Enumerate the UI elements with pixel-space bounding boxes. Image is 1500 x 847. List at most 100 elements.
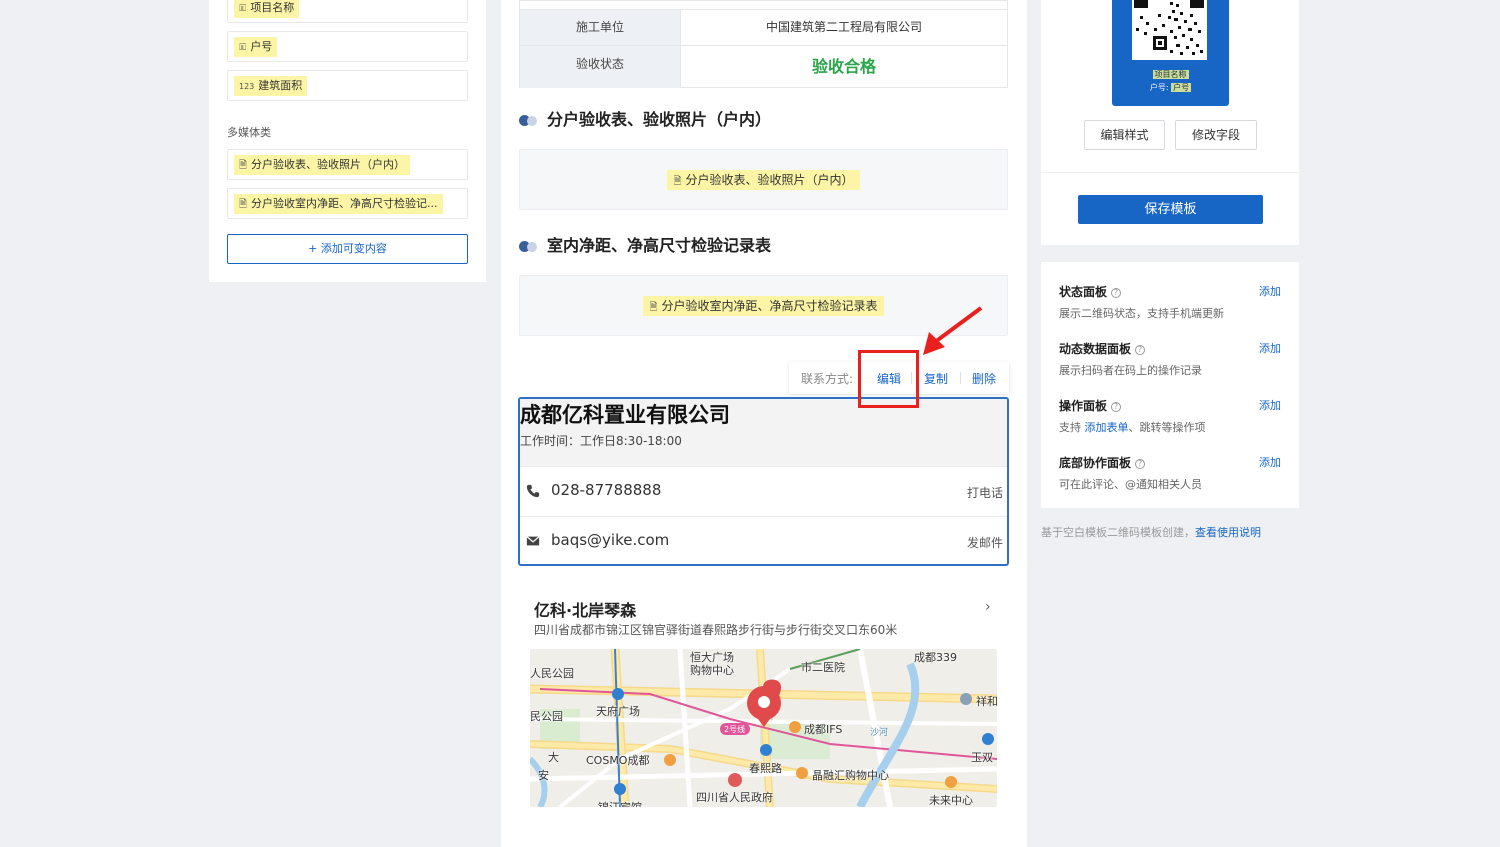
map-label: 人民公园: [530, 667, 574, 680]
field-label: 建筑面积: [258, 79, 303, 92]
map-label: 晶融汇购物中心: [812, 769, 889, 782]
left-field-panel: 🗉 项目名称 🗉 户号 123 建筑面积 多媒体类 🗎 分户验收表、验收照片（户内） 🗎…: [209, 0, 486, 282]
field-chip: 123 建筑面积: [234, 76, 308, 96]
panel-options: 状态面板? 展示二维码状态，支持手机端更新 添加 动态数据面板? 展示扫码者在码…: [1041, 262, 1299, 508]
operation-panel-option: 操作面板? 支持 添加表单、跳转等操作项 添加: [1059, 397, 1281, 435]
address-text: 四川省成都市锦江区锦官驿街道春熙路步行街与步行街交叉口东60米: [534, 623, 898, 637]
map-label: 玉双: [971, 751, 993, 764]
section-bullet-icon: [519, 240, 539, 252]
media-label: 分户验收表、验收照片（户内）: [251, 158, 406, 171]
media-label: 分户验收室内净距、净高尺寸检验记...: [251, 197, 438, 210]
panel-desc-text: 、跳转等操作项: [1128, 421, 1206, 434]
send-email-button[interactable]: 发邮件: [967, 534, 1003, 551]
copy-button[interactable]: 复制: [924, 370, 948, 387]
chevron-right-icon[interactable]: ›: [985, 599, 991, 615]
map-roads: [530, 649, 997, 807]
qr-unit-field: 户号: [1171, 83, 1192, 92]
map-label: 锦江宾馆: [598, 799, 642, 807]
map-label: 市二医院: [801, 661, 845, 674]
contact-header: 成都亿科置业有限公司 工作时间：工作日8:30-18:00: [520, 399, 1007, 466]
section-heading-dimensions: 室内净距、净高尺寸检验记录表: [519, 232, 771, 256]
text-field-icon: 🗉: [239, 3, 247, 14]
media-placeholder[interactable]: 🗎 分户验收表、验收照片（户内）: [519, 149, 1008, 210]
template-settings-panel: 项目名称 户号: 户号 编辑样式 修改字段 保存模板: [1041, 0, 1299, 245]
field-label: 户号: [250, 40, 273, 53]
media-chip: 🗎 分户验收表、验收照片（户内）: [234, 155, 411, 175]
map-label: 春熙路: [749, 762, 782, 775]
qr-label-preview: 项目名称 户号: 户号: [1112, 0, 1229, 106]
add-status-panel-button[interactable]: 添加: [1259, 283, 1281, 299]
qr-code-image: [1132, 0, 1207, 60]
contact-card[interactable]: 成都亿科置业有限公司 工作时间：工作日8:30-18:00 028-877888…: [518, 397, 1009, 566]
media-section-label: 多媒体类: [227, 126, 271, 139]
help-icon[interactable]: ?: [1111, 288, 1122, 298]
phone-icon: [526, 484, 540, 498]
document-icon: 🗎: [673, 176, 682, 187]
add-form-link[interactable]: 添加表单: [1085, 421, 1129, 434]
panel-title: 底部协作面板: [1059, 456, 1132, 470]
modify-fields-button[interactable]: 修改字段: [1175, 120, 1257, 150]
field-item-project-name[interactable]: 🗉 项目名称: [227, 0, 468, 23]
divider: [960, 372, 961, 384]
usage-guide-link[interactable]: 查看使用说明: [1195, 526, 1261, 539]
annotation-arrow-icon: [923, 306, 983, 355]
address-title: 亿科·北岸琴森: [534, 601, 637, 620]
map-label: 四川省人民政府: [696, 791, 773, 804]
map-label: 天府广场: [596, 705, 640, 718]
field-chip: 🗉 项目名称: [234, 0, 300, 18]
map-label: 未来中心: [929, 794, 973, 807]
info-table: 施工单位 中国建筑第二工程局有限公司 验收状态 验收合格: [519, 0, 1008, 88]
media-chip: 🗎 分户验收室内净距、净高尺寸检验记...: [234, 194, 443, 214]
field-item-unit-number[interactable]: 🗉 户号: [227, 31, 468, 62]
section-heading-acceptance: 分户验收表、验收照片（户内）: [519, 106, 771, 130]
table-row: 验收状态 验收合格: [520, 45, 1007, 88]
field-chip: 🗉 户号: [234, 37, 278, 57]
panel-desc: 展示扫码者在码上的操作记录: [1059, 364, 1202, 377]
map-label: 购物中心: [690, 664, 734, 677]
document-icon: 🗎: [649, 302, 658, 313]
number-field-icon: 123: [239, 82, 255, 91]
media-label: 分户验收室内净距、净高尺寸检验记录表: [661, 299, 878, 313]
work-hours: 工作时间：工作日8:30-18:00: [520, 434, 682, 448]
media-item-dimension-record[interactable]: 🗎 分户验收室内净距、净高尺寸检验记...: [227, 188, 468, 219]
delete-button[interactable]: 删除: [972, 370, 996, 387]
location-map[interactable]: 恒大广场 购物中心 市二医院 成都339 人民公园 祥和 民公园 天府广场 2号…: [530, 649, 997, 807]
panel-desc-text: 支持: [1059, 421, 1081, 434]
add-collab-panel-button[interactable]: 添加: [1259, 454, 1281, 470]
field-label: 项目名称: [250, 1, 295, 14]
phone-row[interactable]: 028-87788888 打电话: [520, 466, 1007, 516]
acceptance-status-value: 验收合格: [811, 57, 876, 76]
email-row[interactable]: baqs@yike.com 发邮件: [520, 516, 1007, 564]
metro-line-badge: 2号线: [724, 725, 746, 734]
document-icon: 🗎: [239, 199, 248, 210]
help-icon[interactable]: ?: [1135, 459, 1146, 469]
save-template-button[interactable]: 保存模板: [1078, 195, 1263, 224]
panel-desc: 展示二维码状态，支持手机端更新: [1059, 307, 1224, 320]
map-label: 祥和: [976, 695, 997, 708]
add-operation-panel-button[interactable]: 添加: [1259, 397, 1281, 413]
edit-style-button[interactable]: 编辑样式: [1084, 120, 1165, 150]
panel-desc: 支持 添加表单、跳转等操作项: [1059, 419, 1281, 435]
add-dynamic-panel-button[interactable]: 添加: [1259, 340, 1281, 356]
section-title: 分户验收表、验收照片（户内）: [547, 110, 772, 129]
media-item-acceptance-photos[interactable]: 🗎 分户验收表、验收照片（户内）: [227, 149, 468, 180]
document-icon: 🗎: [239, 160, 248, 171]
qr-code-icon: [1134, 0, 1204, 56]
company-name: 成都亿科置业有限公司: [520, 403, 730, 427]
call-button[interactable]: 打电话: [967, 484, 1003, 501]
media-label: 分户验收表、验收照片（户内）: [685, 173, 854, 187]
table-key: 验收状态: [520, 46, 681, 88]
map-label: 沙河: [870, 728, 889, 738]
email-address: baqs@yike.com: [551, 531, 670, 549]
panel-title: 动态数据面板: [1059, 342, 1132, 356]
add-variable-content-button[interactable]: + 添加可变内容: [227, 234, 468, 264]
help-icon[interactable]: ?: [1111, 402, 1122, 412]
mail-icon: [526, 536, 540, 546]
status-panel-option: 状态面板? 展示二维码状态，支持手机端更新 添加: [1059, 283, 1281, 321]
help-icon[interactable]: ?: [1135, 345, 1146, 355]
field-item-building-area[interactable]: 123 建筑面积: [227, 70, 468, 101]
section-bullet-icon: [519, 114, 539, 126]
panel-title: 操作面板: [1059, 399, 1108, 413]
media-chip: 🗎 分户验收表、验收照片（户内）: [667, 170, 860, 190]
qr-text-lines: 项目名称 户号: 户号: [1112, 68, 1229, 94]
